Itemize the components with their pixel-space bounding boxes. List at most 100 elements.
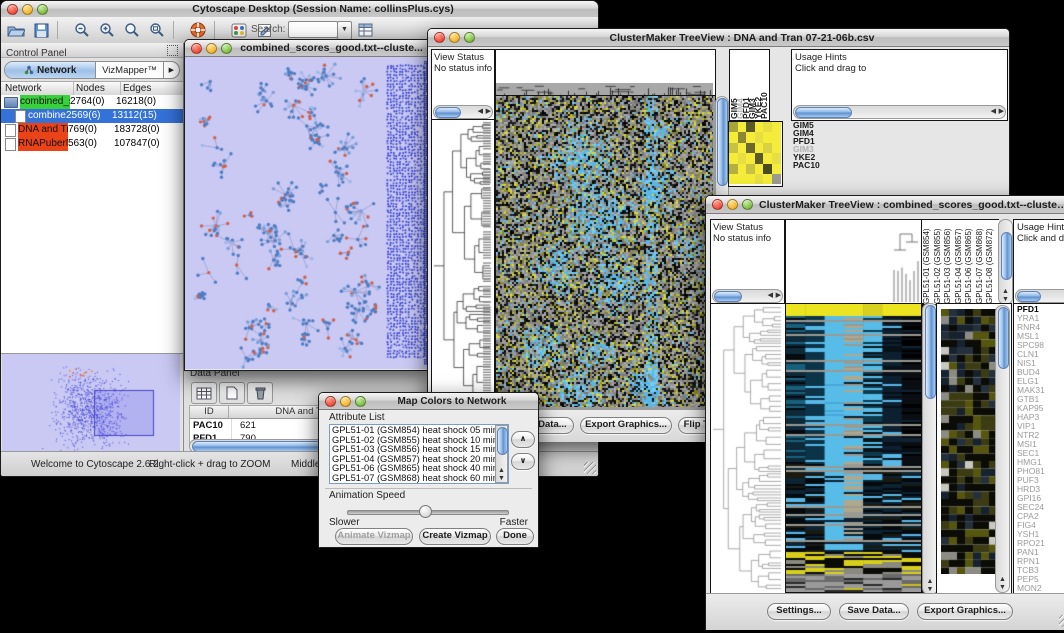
scroll-left-icon[interactable]: ◀: [478, 108, 483, 115]
birdseye-view[interactable]: [2, 354, 180, 457]
scroll-up-icon[interactable]: ▲: [999, 576, 1006, 583]
tv2-hints-hscrollbar[interactable]: [1015, 289, 1064, 303]
minimize-button[interactable]: [340, 396, 351, 407]
zoom-button[interactable]: [221, 43, 232, 54]
heatmap-column-label[interactable]: GPL51-06 (GSM865): [964, 222, 975, 304]
scroll-down-icon[interactable]: ▼: [498, 475, 505, 482]
export-graphics-button[interactable]: Export Graphics...: [580, 417, 672, 434]
scroll-right-icon[interactable]: ▶: [776, 292, 781, 299]
settings-button[interactable]: Settings...: [767, 603, 831, 620]
col-nodes[interactable]: Nodes: [74, 82, 121, 95]
scroll-down-icon[interactable]: ▼: [927, 586, 934, 593]
scroll-down-icon[interactable]: ▼: [999, 584, 1006, 591]
close-button[interactable]: [325, 396, 336, 407]
move-down-button[interactable]: ∨: [511, 453, 535, 470]
close-button[interactable]: [7, 4, 18, 15]
done-button[interactable]: Done: [496, 528, 534, 545]
treeview2-titlebar[interactable]: ClusterMaker TreeView : combined_scores_…: [706, 196, 1064, 214]
new-attribute-icon[interactable]: [219, 382, 245, 404]
gene-list-item[interactable]: MON2: [1017, 584, 1064, 593]
scroll-left-icon[interactable]: ◀: [768, 292, 773, 299]
save-data-button[interactable]: Save Data...: [839, 603, 909, 620]
tv2-top-dendrogram-panel[interactable]: [785, 219, 923, 305]
network-view-titlebar[interactable]: combined_scores_good.txt--cluste...: [185, 40, 431, 57]
tv1-hints-hscrollbar[interactable]: ◀ ▶: [793, 105, 1006, 119]
tv1-row-dendrogram[interactable]: [431, 119, 495, 410]
search-input[interactable]: [288, 21, 338, 38]
close-button[interactable]: [712, 199, 723, 210]
vizmap-palette-icon[interactable]: [228, 20, 250, 40]
col-edges[interactable]: Edges: [121, 82, 183, 95]
float-panel-icon[interactable]: [167, 45, 178, 56]
scroll-right-icon[interactable]: ▶: [999, 108, 1004, 115]
zoom-out-icon[interactable]: [71, 20, 93, 40]
network-list-item[interactable]: RNAPuberNov2+563(0)107847(0): [1, 137, 183, 151]
animate-vizmap-button[interactable]: Animate Vizmap: [335, 528, 413, 545]
delete-attribute-icon[interactable]: [247, 382, 273, 404]
network-list-item[interactable]: DNA and Tran 07769(0)183728(0): [1, 123, 183, 137]
tv2-row-dendrogram[interactable]: [710, 303, 786, 595]
close-button[interactable]: [191, 43, 202, 54]
attribute-list-item[interactable]: GPL51-07 (GSM868) heat shock 60 min: [332, 474, 508, 484]
scroll-up-icon[interactable]: ▲: [1002, 288, 1009, 295]
minimize-button[interactable]: [449, 32, 460, 43]
scroll-down-icon[interactable]: ▼: [1002, 296, 1009, 303]
dp-col-id[interactable]: ID: [190, 406, 229, 419]
tv1-zoom-matrix[interactable]: [728, 121, 783, 187]
create-vizmap-button[interactable]: Create Vizmap: [419, 528, 491, 545]
zoom-fit-icon[interactable]: [121, 20, 143, 40]
tv1-heatmap[interactable]: [495, 95, 716, 410]
dialog-titlebar[interactable]: Map Colors to Network: [319, 393, 538, 410]
tv2-status-hscrollbar[interactable]: ◀ ▶: [712, 289, 783, 303]
zoom-in-icon[interactable]: [96, 20, 118, 40]
search-dropdown-button[interactable]: ▼: [337, 21, 352, 40]
scroll-right-icon[interactable]: ▶: [486, 108, 491, 115]
zoom-button[interactable]: [37, 4, 48, 15]
network-list-item[interactable]: combined_scores2764(0)16218(0): [1, 95, 183, 109]
minimize-button[interactable]: [727, 199, 738, 210]
attribute-table-icon[interactable]: [355, 20, 377, 40]
scroll-up-icon[interactable]: ▲: [927, 578, 934, 585]
heatmap-column-label[interactable]: GPL51-08 (GSM872): [985, 222, 996, 304]
heatmap-column-label[interactable]: GPL51-07 (GSM868): [975, 222, 986, 304]
treeview1-titlebar[interactable]: ClusterMaker TreeView : DNA and Tran 07-…: [428, 29, 1009, 47]
heatmap-column-label[interactable]: GPL51-04 (GSM857): [954, 222, 965, 304]
matrix-row-label[interactable]: PAC10: [793, 161, 853, 169]
tv2-labels-vscrollbar[interactable]: ▲ ▼: [998, 219, 1013, 305]
close-button[interactable]: [434, 32, 445, 43]
heatmap-column-label[interactable]: GPL51-01 (GSM854): [922, 222, 933, 304]
tv2-zoom-vscrollbar[interactable]: ▲ ▼: [995, 305, 1010, 593]
attribute-select-icon[interactable]: [191, 382, 217, 404]
scroll-left-icon[interactable]: ◀: [991, 108, 996, 115]
slider-thumb[interactable]: [419, 505, 432, 518]
resize-grip[interactable]: [584, 462, 596, 474]
col-network[interactable]: Network: [1, 82, 74, 95]
open-folder-icon[interactable]: [5, 20, 27, 40]
zoom-button[interactable]: [355, 396, 366, 407]
matrix-column-label[interactable]: PAC10: [761, 55, 767, 119]
tv1-status-hscrollbar[interactable]: ◀ ▶: [433, 105, 493, 119]
animation-speed-slider[interactable]: [347, 505, 507, 517]
tab-network[interactable]: Network: [5, 62, 96, 78]
main-titlebar[interactable]: Cytoscape Desktop (Session Name: collins…: [1, 1, 598, 18]
network-canvas[interactable]: [185, 57, 429, 369]
heatmap-column-label[interactable]: GPL51-02 (GSM855): [933, 222, 944, 304]
attribute-list[interactable]: GPL51-01 (GSM854) heat shock 05 minGPL51…: [329, 424, 509, 484]
move-up-button[interactable]: ∧: [511, 431, 535, 448]
zoom-button[interactable]: [742, 199, 753, 210]
heatmap-column-label[interactable]: GPL51-03 (GSM856): [943, 222, 954, 304]
resize-grip[interactable]: [1059, 615, 1064, 627]
export-graphics-button[interactable]: Export Graphics...: [917, 603, 1013, 620]
zoom-button[interactable]: [464, 32, 475, 43]
tv2-heatmap[interactable]: [785, 303, 924, 595]
tv2-zoom-heatmap-panel[interactable]: ▲ ▼: [936, 303, 1012, 595]
tab-vizmapper[interactable]: VizMapper™: [96, 62, 163, 78]
help-lifebuoy-icon[interactable]: [187, 20, 209, 40]
attribute-list-vscrollbar[interactable]: ▲ ▼: [495, 425, 508, 483]
zoom-selected-icon[interactable]: [146, 20, 168, 40]
minimize-button[interactable]: [206, 43, 217, 54]
save-icon[interactable]: [30, 20, 52, 40]
tab-overflow[interactable]: ▶: [164, 62, 179, 78]
minimize-button[interactable]: [22, 4, 33, 15]
network-list-item[interactable]: combined_sco2569(6)13112(15): [1, 109, 183, 123]
